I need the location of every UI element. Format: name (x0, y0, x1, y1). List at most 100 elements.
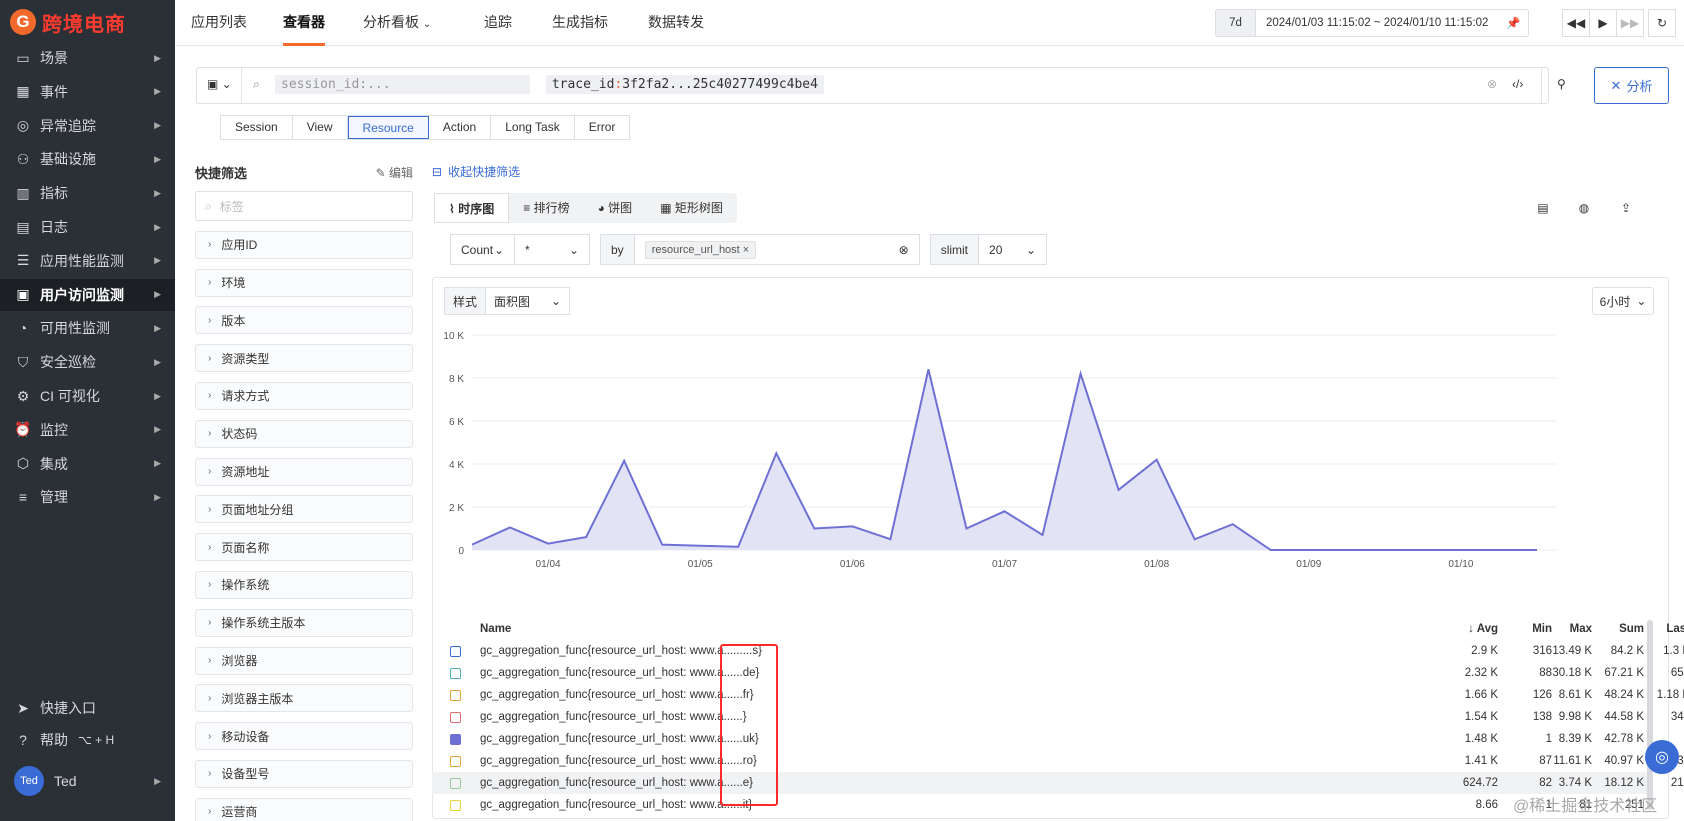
sidebar-item-10[interactable]: ⚙ CI 可视化 ▶ (0, 380, 175, 412)
filter-item[interactable]: › 操作系统 (195, 570, 413, 599)
filter-item[interactable]: › 状态码 (195, 419, 413, 448)
legend-row[interactable]: gc_aggregation_func{resource_url_host: w… (432, 640, 1684, 662)
sidebar-item-7[interactable]: ▣ 用户访问监测 ▶ (0, 278, 175, 311)
sidebar-item-5[interactable]: ▤ 日志 ▶ (0, 211, 175, 243)
tab-type-session[interactable]: Session (221, 116, 293, 139)
tab-type-error[interactable]: Error (575, 116, 630, 139)
tab-treemap[interactable]: ▦ 矩形树图 (646, 193, 737, 223)
clear-icon[interactable]: ⊗ (899, 243, 909, 257)
help-entry[interactable]: ? 帮助 ⌥ + H (0, 724, 175, 756)
series-checkbox[interactable] (450, 734, 461, 745)
aggregation-select[interactable]: Count ⌄ (450, 234, 515, 265)
group-by-input[interactable]: resource_url_host × ⊗ (634, 234, 920, 265)
filter-item[interactable]: › 应用ID (195, 230, 413, 259)
collapse-filter-button[interactable]: ⊟ 收起快捷筛选 (432, 163, 520, 180)
tab-type-resource[interactable]: Resource (347, 116, 429, 139)
sidebar-item-2[interactable]: ◎ 异常追踪 ▶ (0, 110, 175, 142)
filter-item[interactable]: › 设备型号 (195, 759, 413, 788)
tab-explorer[interactable]: 查看器 (283, 0, 325, 46)
filter-item[interactable]: › 运营商 (195, 797, 413, 821)
filter-item[interactable]: › 版本 (195, 306, 413, 335)
table-view-icon[interactable]: ▤ (1534, 199, 1552, 217)
code-icon[interactable]: ‹/› (1512, 77, 1523, 91)
tab-type-view[interactable]: View (293, 116, 348, 139)
shortcut-entry[interactable]: ➤ 快捷入口 (0, 692, 175, 724)
refresh-button[interactable]: ↻ (1648, 9, 1676, 37)
style-select[interactable]: 面积图 ⌄ (486, 287, 571, 315)
field-select[interactable]: * ⌄ (515, 234, 590, 265)
export-icon[interactable]: ⇪ (1617, 199, 1635, 217)
legend-scrollbar[interactable] (1647, 620, 1653, 810)
edit-filters-button[interactable]: ✎ 编辑 (376, 164, 413, 181)
legend-row[interactable]: gc_aggregation_func{resource_url_host: w… (432, 706, 1684, 728)
tab-app-list[interactable]: 应用列表 (191, 0, 247, 46)
filter-item[interactable]: › 浏览器 (195, 646, 413, 675)
time-range-picker[interactable]: 7d 2024/01/03 11:15:02 ~ 2024/01/10 11:1… (1215, 9, 1530, 37)
rewind-button[interactable]: ◀◀ (1562, 9, 1590, 37)
filter-item[interactable]: › 请求方式 (195, 381, 413, 410)
series-checkbox[interactable] (450, 778, 461, 789)
legend-row[interactable]: gc_aggregation_func{resource_url_host: w… (432, 794, 1684, 816)
fast-forward-button[interactable]: ▶▶ (1616, 9, 1644, 37)
legend-row[interactable]: gc_aggregation_func{resource_url_host: w… (432, 662, 1684, 684)
sidebar-item-0[interactable]: ▭ 场景 ▶ (0, 42, 175, 74)
series-checkbox[interactable] (450, 712, 461, 723)
time-range-text[interactable]: 2024/01/03 11:15:02 ~ 2024/01/10 11:15:0… (1256, 17, 1506, 29)
legend-row[interactable]: gc_aggregation_func{resource_url_host: w… (432, 772, 1684, 794)
time-preset[interactable]: 7d (1216, 10, 1256, 36)
filter-icon[interactable]: ⚲ (1557, 77, 1566, 91)
sidebar-item-9[interactable]: ⛉ 安全巡检 ▶ (0, 346, 175, 378)
query-bar[interactable]: ▣ ⌄ ⌕ session_id:... trace_id:3f2fa2...2… (196, 67, 1566, 104)
brand-logo[interactable]: G 跨境电商 (10, 8, 126, 36)
series-checkbox[interactable] (450, 690, 461, 701)
series-checkbox[interactable] (450, 668, 461, 679)
filter-search-input[interactable]: ⌕ 标签 (195, 191, 413, 221)
tab-pie[interactable]: ◕ 饼图 (584, 193, 647, 223)
tab-data-forwarding[interactable]: 数据转发 (648, 0, 704, 46)
filter-item[interactable]: › 资源地址 (195, 457, 413, 486)
tab-ranking[interactable]: ≡ 排行榜 (509, 193, 583, 223)
tab-generate-metrics[interactable]: 生成指标 (552, 0, 608, 46)
filter-item[interactable]: › 页面地址分组 (195, 495, 413, 524)
slimit-select[interactable]: 20 ⌄ (979, 234, 1048, 265)
sidebar-item-6[interactable]: ☰ 应用性能监测 ▶ (0, 245, 175, 277)
sidebar-item-11[interactable]: ⏰ 监控 ▶ (0, 414, 175, 446)
filter-item[interactable]: › 操作系统主版本 (195, 608, 413, 637)
group-by-tag[interactable]: resource_url_host × (644, 240, 757, 259)
sidebar-item-4[interactable]: ▥ 指标 ▶ (0, 177, 175, 209)
tab-type-action[interactable]: Action (429, 116, 492, 139)
legend-row[interactable]: gc_aggregation_func{resource_url_host: w… (432, 728, 1684, 750)
filter-item[interactable]: › 环境 (195, 268, 413, 297)
pin-icon[interactable]: 📌 (1506, 16, 1528, 30)
play-button[interactable]: ▶ (1589, 9, 1617, 37)
user-menu[interactable]: Ted Ted ▶ (0, 762, 175, 800)
analyze-button[interactable]: ✕ 分析 (1594, 67, 1669, 104)
filter-item[interactable]: › 页面名称 (195, 533, 413, 562)
query-tag-trace[interactable]: trace_id:3f2fa2...25c40277499c4be4 (545, 75, 824, 94)
query-tag-session[interactable]: session_id:... (275, 75, 530, 94)
tab-type-long-task[interactable]: Long Task (491, 116, 575, 139)
query-tags[interactable]: session_id:... trace_id:3f2fa2...25c4027… (275, 75, 832, 94)
tab-dashboard[interactable]: 分析看板 ⌄ (363, 0, 431, 46)
legend-row[interactable]: gc_aggregation_func{resource_url_host: w… (432, 750, 1684, 772)
filter-item[interactable]: › 移动设备 (195, 722, 413, 751)
filter-item[interactable]: › 浏览器主版本 (195, 684, 413, 713)
series-checkbox[interactable] (450, 646, 461, 657)
sidebar-item-12[interactable]: ⬡ 集成 ▶ (0, 448, 175, 480)
interval-select[interactable]: 6小时 ⌄ (1592, 287, 1654, 315)
sidebar-item-8[interactable]: ◔ 可用性监测 ▶ (0, 312, 175, 344)
assistant-button[interactable]: ◎ (1645, 740, 1679, 774)
tab-tracing[interactable]: 追踪 (484, 0, 512, 46)
clear-icon[interactable]: ⊗ (1487, 77, 1497, 91)
legend-row[interactable]: gc_aggregation_func{resource_url_host: w… (432, 684, 1684, 706)
series-checkbox[interactable] (450, 800, 461, 811)
filter-item[interactable]: › 资源类型 (195, 344, 413, 373)
series-checkbox[interactable] (450, 756, 461, 767)
source-select-icon[interactable]: ▣ ⌄ (207, 77, 232, 91)
sidebar-item-13[interactable]: ≡ 管理 ▶ (0, 481, 175, 513)
area-chart[interactable]: 0 2 K 4 K 6 K 8 K 10 K 01/04 01/05 01/06 01/07 01/… (432, 325, 1669, 615)
sidebar-item-3[interactable]: ⚇ 基础设施 ▶ (0, 143, 175, 175)
tab-timeseries[interactable]: ⌇ 时序图 (434, 193, 510, 223)
palette-icon[interactable]: ◍ (1575, 199, 1593, 217)
sidebar-item-1[interactable]: ▦ 事件 ▶ (0, 76, 175, 108)
